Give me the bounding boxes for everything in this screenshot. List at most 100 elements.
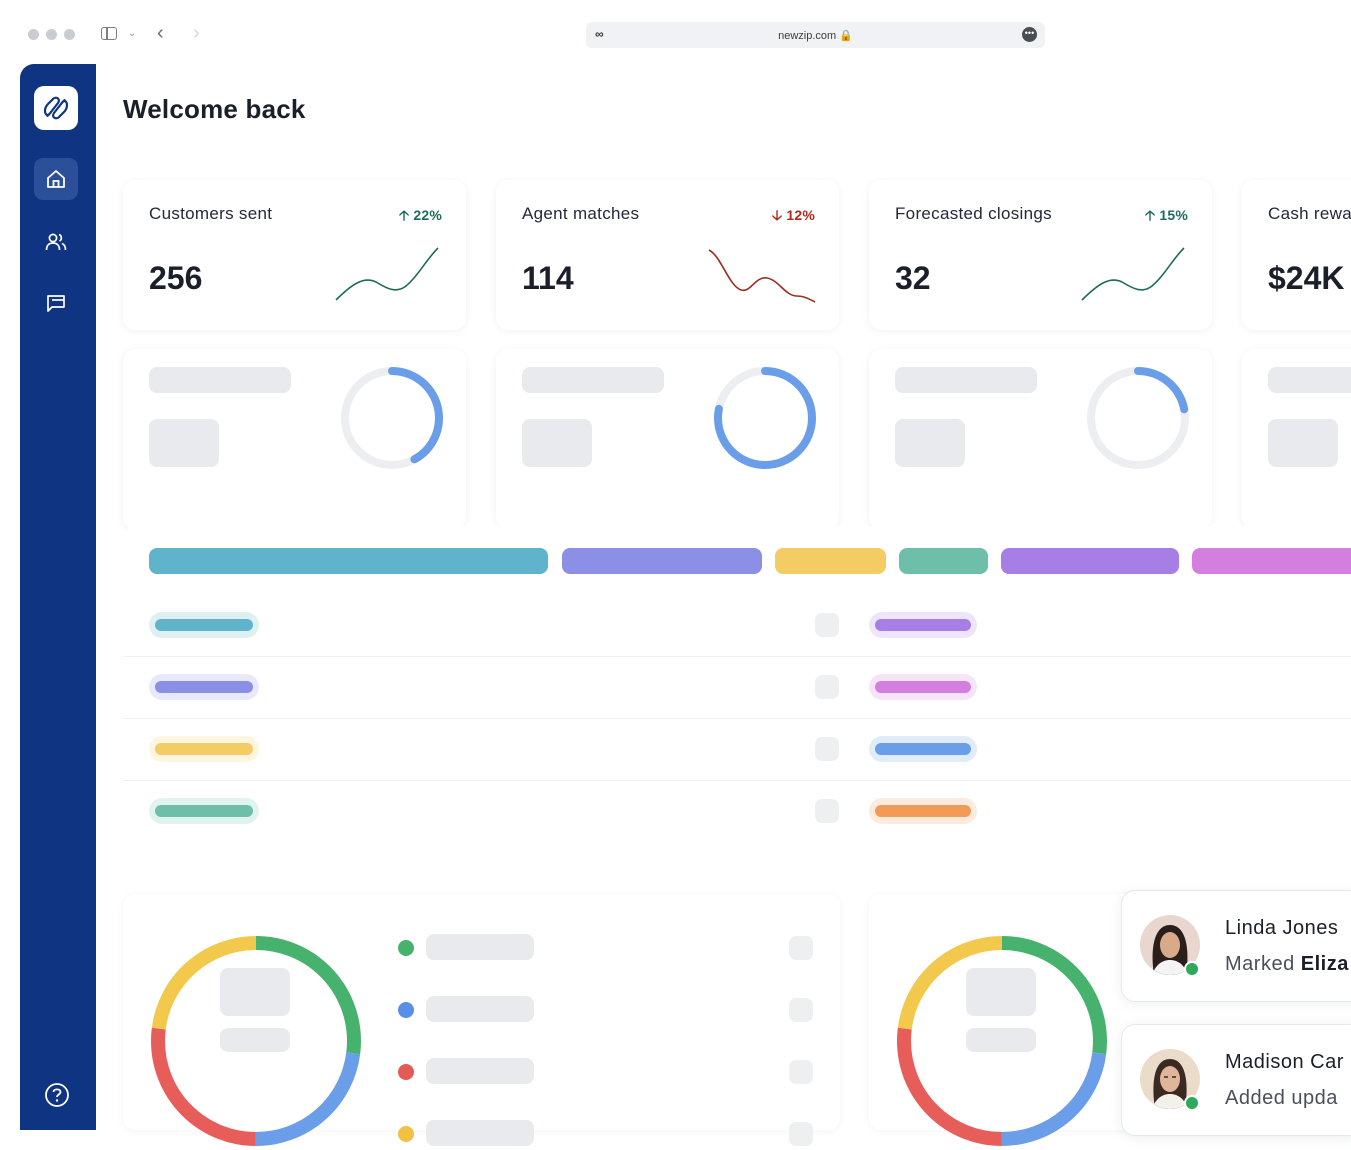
main-content: Welcome back Customers sent 🡡 22% 256 Ag… (96, 64, 1351, 1146)
minimize-window-dot[interactable] (46, 29, 57, 40)
activity-item[interactable]: Linda Jones Marked Eliza (1121, 890, 1351, 1002)
category-pill (149, 736, 259, 762)
activity-item[interactable]: Madison Car Added upda (1121, 1024, 1351, 1136)
category-pill (869, 736, 977, 762)
ring-card (869, 349, 1212, 529)
placeholder-block (522, 419, 592, 467)
distribution-segment[interactable] (899, 548, 988, 574)
distribution-segment[interactable] (1192, 548, 1351, 574)
arrow-up-icon: 🡡 (399, 207, 410, 223)
sidebar-item-people[interactable] (34, 221, 78, 263)
placeholder-bar (220, 1028, 290, 1052)
address-bar[interactable]: ∞ newzip.com 🔒 ••• (586, 22, 1045, 48)
placeholder-block (966, 968, 1036, 1016)
distribution-segment[interactable] (149, 548, 548, 574)
placeholder-block (149, 419, 219, 467)
chevron-down-icon[interactable]: ⌄ (128, 28, 136, 39)
stat-label: Forecasted closings (895, 204, 1052, 223)
arrow-up-icon: 🡡 (1145, 207, 1156, 223)
distribution-segment[interactable] (775, 548, 886, 574)
app-logo[interactable] (34, 86, 78, 130)
back-arrow-icon[interactable]: ‹ (157, 22, 164, 45)
progress-ring (714, 367, 816, 469)
ring-card (123, 349, 466, 529)
legend-label-placeholder (426, 934, 534, 960)
home-icon (47, 170, 65, 188)
placeholder-bar (966, 1028, 1036, 1052)
browser-toolbar: ⌄ ‹ › ∞ newzip.com 🔒 ••• (0, 0, 1351, 62)
more-options-icon[interactable]: ••• (1022, 27, 1037, 42)
category-pill (149, 612, 259, 638)
sidebar-toggle-icon[interactable] (101, 27, 117, 40)
legend-label-placeholder (426, 996, 534, 1022)
value-placeholder (815, 613, 839, 637)
online-status-indicator (1184, 1095, 1200, 1111)
stat-value: 114 (522, 260, 574, 296)
value-placeholder (789, 998, 813, 1022)
stat-card-forecasted-closings[interactable]: Forecasted closings 🡡 15% 32 (869, 180, 1212, 330)
progress-ring (341, 367, 443, 469)
stat-value: $24K (1268, 260, 1345, 296)
lock-icon: 🔒 (839, 30, 853, 42)
placeholder-block (1268, 419, 1338, 467)
placeholder-block (220, 968, 290, 1016)
stat-card-cash-rewards[interactable]: Cash rewa $24K (1242, 180, 1351, 330)
stat-change: 🡡 15% (1145, 207, 1188, 223)
legend-dot (398, 940, 414, 956)
stat-change: 🡣 12% (772, 207, 815, 223)
stat-value: 32 (895, 260, 931, 296)
value-placeholder (789, 936, 813, 960)
online-status-indicator (1184, 961, 1200, 977)
value-placeholder (789, 1060, 813, 1084)
stat-change: 🡡 22% (399, 207, 442, 223)
row-divider (123, 718, 1351, 719)
category-pill (869, 612, 977, 638)
category-pill (149, 798, 259, 824)
page-title: Welcome back (123, 94, 306, 124)
close-window-dot[interactable] (28, 29, 39, 40)
progress-ring (1087, 367, 1189, 469)
category-pill (869, 798, 977, 824)
sidebar-item-messages[interactable] (34, 283, 78, 325)
stat-label: Cash rewa (1268, 204, 1351, 223)
legend-dot (398, 1002, 414, 1018)
activity-name: Madison Car (1225, 1051, 1344, 1073)
trend-sparkline (708, 249, 816, 303)
distribution-panel (123, 526, 1351, 856)
value-placeholder (815, 737, 839, 761)
distribution-segment[interactable] (562, 548, 762, 574)
sidebar-item-home[interactable] (34, 158, 78, 200)
row-divider (123, 656, 1351, 657)
placeholder-bar (149, 367, 291, 393)
placeholder-bar (522, 367, 664, 393)
help-icon[interactable] (44, 1082, 70, 1108)
url-text: newzip.com 🔒 (778, 30, 853, 42)
maximize-window-dot[interactable] (64, 29, 75, 40)
chat-icon (47, 295, 65, 312)
value-placeholder (789, 1122, 813, 1146)
ring-card (496, 349, 839, 529)
trend-sparkline (335, 247, 439, 301)
activity-description: Marked Eliza (1225, 953, 1349, 975)
category-pill (869, 674, 977, 700)
legend-label-placeholder (426, 1058, 534, 1084)
value-placeholder (815, 675, 839, 699)
users-icon (45, 233, 67, 251)
newzip-logo-icon (43, 96, 69, 120)
stat-label: Agent matches (522, 204, 640, 223)
ring-card (1242, 349, 1351, 529)
stat-card-agent-matches[interactable]: Agent matches 🡣 12% 114 (496, 180, 839, 330)
forward-arrow-icon[interactable]: › (193, 22, 200, 45)
placeholder-block (895, 419, 965, 467)
placeholder-bar (895, 367, 1037, 393)
stat-card-customers-sent[interactable]: Customers sent 🡡 22% 256 (123, 180, 466, 330)
value-placeholder (815, 799, 839, 823)
row-divider (123, 780, 1351, 781)
activity-description: Added upda (1225, 1087, 1338, 1109)
app-sidebar (20, 64, 96, 1130)
breakdown-card (123, 894, 840, 1146)
arrow-down-icon: 🡣 (772, 207, 783, 223)
activity-name: Linda Jones (1225, 917, 1339, 939)
legend-dot (398, 1126, 414, 1142)
distribution-segment[interactable] (1001, 548, 1179, 574)
